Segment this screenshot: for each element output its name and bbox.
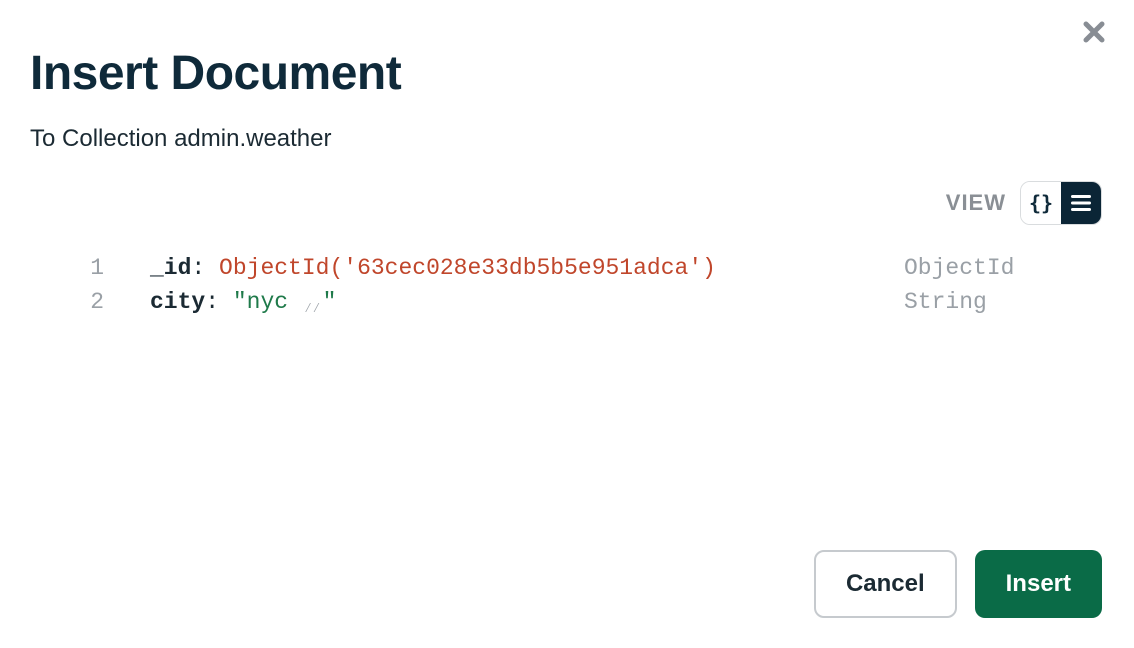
line-number: 1 (30, 251, 150, 285)
editor-line: 2 city: "nyc ⁄⁄" String (30, 285, 1104, 322)
field-key: city (150, 285, 205, 319)
modal-title: Insert Document (30, 46, 1104, 101)
field-value-objectid: ObjectId('63cec028e33db5b5e951adca') (219, 251, 716, 285)
view-list-button[interactable] (1061, 182, 1101, 224)
modal-footer: Cancel Insert (814, 550, 1102, 618)
view-label: VIEW (946, 190, 1006, 216)
insert-button[interactable]: Insert (975, 550, 1102, 618)
field-key: _id (150, 251, 191, 285)
line-code[interactable]: _id: ObjectId('63cec028e33db5b5e951adca'… (150, 251, 894, 285)
field-type: ObjectId (894, 251, 1104, 285)
text-cursor-icon: ⁄⁄ (304, 292, 321, 326)
braces-icon: {} (1029, 191, 1053, 215)
document-editor[interactable]: 1 _id: ObjectId('63cec028e33db5b5e951adc… (30, 251, 1104, 322)
view-toggle: {} (1020, 181, 1102, 225)
line-code[interactable]: city: "nyc ⁄⁄" (150, 285, 894, 322)
cancel-button[interactable]: Cancel (814, 550, 957, 618)
editor-line: 1 _id: ObjectId('63cec028e33db5b5e951adc… (30, 251, 1104, 285)
line-number: 2 (30, 285, 150, 319)
view-json-button[interactable]: {} (1021, 182, 1061, 224)
field-type: String (894, 285, 1104, 319)
field-value-string: "nyc (233, 285, 302, 319)
view-toggle-row: VIEW {} (30, 181, 1104, 225)
list-icon (1070, 194, 1092, 212)
close-icon[interactable] (1082, 20, 1106, 44)
insert-document-modal: Insert Document To Collection admin.weat… (0, 0, 1134, 648)
modal-subtitle: To Collection admin.weather (30, 125, 1104, 153)
